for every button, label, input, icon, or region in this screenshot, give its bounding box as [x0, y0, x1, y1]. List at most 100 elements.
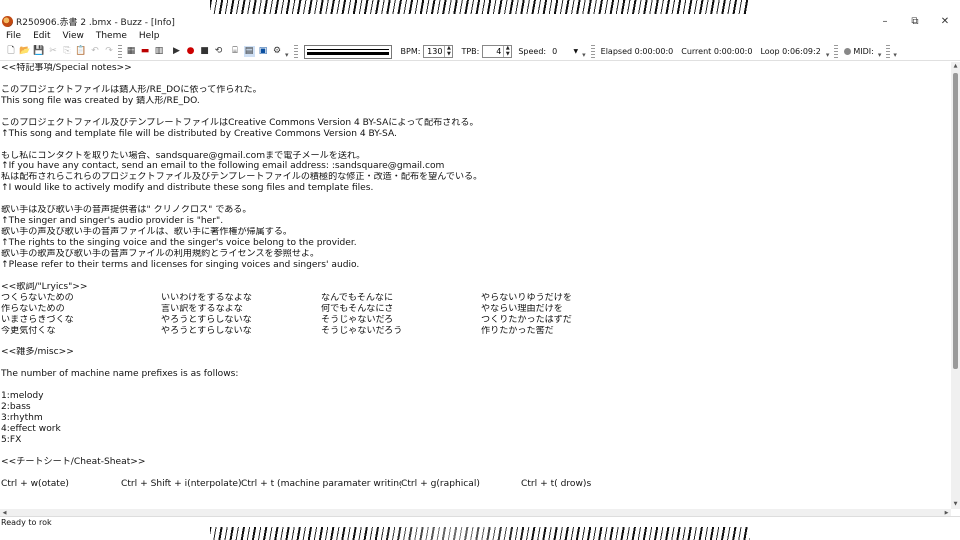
text-line: This song file was created by 錆人形/RE_DO.	[1, 95, 200, 106]
menu-view[interactable]: View	[57, 31, 90, 41]
chevron-down-icon[interactable]: ▼	[504, 51, 511, 58]
master-volume-meter[interactable]	[303, 44, 392, 59]
text-line: 3:rhythm	[1, 413, 43, 423]
toolbar-overflow-icon[interactable]: ▾	[878, 51, 882, 59]
text-line: <<特記事項/Special notes>>	[1, 63, 132, 73]
record-icon[interactable]: ●	[185, 46, 196, 57]
save-icon[interactable]: 💾	[33, 46, 44, 57]
toolbar: 🗋 📂 💾 ✂ ⎘ 📋 ↶ ↷ ▦ ▬ ▥ ▶ ● ■ ⟲ ⌸ ▤ ▣ ⚙ ▾ …	[0, 43, 960, 61]
status-text: Ready to rok	[1, 517, 52, 527]
text-line: <<雑多/misc>>	[1, 347, 74, 358]
toolbar-overflow-icon[interactable]: ▾	[893, 51, 897, 59]
sequence-view-icon[interactable]: ▥	[154, 46, 165, 57]
title-bar[interactable]: R250906.赤書 2 .bmx - Buzz - [Info] – ⧉ ✕	[0, 14, 960, 29]
lyrics-row: 今更気付くな やろうとすらしないな そうじゃないだろう 作りたかった筈だ	[1, 326, 951, 337]
lyrics-cell: そうじゃないだろ	[321, 314, 394, 325]
tpb-spin-arrows[interactable]: ▲ ▼	[503, 46, 511, 57]
stop-icon[interactable]: ■	[199, 46, 210, 57]
menu-bar: File Edit View Theme Help	[0, 29, 960, 43]
speed-value: 0	[552, 47, 558, 56]
menu-edit[interactable]: Edit	[27, 31, 56, 41]
info-lines: <<特記事項/Special notes>> このプロジェクトファイルは錆人形/R…	[1, 63, 951, 293]
elapsed-time: Elapsed 0:00:00:0	[600, 47, 674, 56]
minimize-button[interactable]: –	[870, 14, 900, 29]
cut-icon[interactable]: ✂	[48, 46, 59, 57]
loop-time: Loop 0:06:09:2	[760, 47, 821, 56]
lyrics-cell: いいわけをするなよな	[161, 292, 252, 303]
bpm-input[interactable]	[424, 46, 445, 57]
chevron-down-icon[interactable]: ▼	[445, 51, 452, 58]
close-button[interactable]: ✕	[930, 14, 960, 29]
settings-icon[interactable]: ⚙	[272, 46, 283, 57]
patterns-view-icon[interactable]: ▬	[140, 46, 151, 57]
paste-icon[interactable]: 📋	[75, 46, 86, 57]
redo-icon[interactable]: ↷	[104, 46, 115, 57]
text-line: The number of machine name prefixes is a…	[1, 369, 239, 380]
text-line: ↑This song and template file will be dis…	[1, 128, 397, 139]
open-file-icon[interactable]: 📂	[19, 46, 30, 57]
lyrics-cell: やろうとすらしないな	[161, 325, 252, 336]
text-line: もし私にコンタクトを取りたい場合、sandsquare@gmail.comまで電…	[1, 150, 366, 161]
lyrics-cell: つくらないための	[1, 292, 74, 303]
cheat-sheet-item: Ctrl + w(otate)	[1, 478, 69, 489]
misc-lines: <<雑多/misc>> The number of machine name pr…	[1, 336, 951, 478]
loop-icon[interactable]: ⟲	[213, 46, 224, 57]
lyrics-cell: 今更気付くな	[1, 325, 56, 336]
info-text-area[interactable]: <<特記事項/Special notes>> このプロジェクトファイルは錆人形/R…	[0, 62, 951, 509]
scroll-up-icon[interactable]: ▲	[951, 62, 960, 71]
menu-theme[interactable]: Theme	[90, 31, 133, 41]
analyzer-icon[interactable]: ▣	[258, 46, 269, 57]
toolbar-overflow-icon[interactable]: ▾	[285, 51, 289, 59]
cheat-sheet-item: Ctrl + Shift + i(nterpolate)	[121, 478, 241, 489]
lyrics-cell: やならい理由だけを	[481, 303, 563, 314]
undo-icon[interactable]: ↶	[90, 46, 101, 57]
info-text: <<特記事項/Special notes>> このプロジェクトファイルは錆人形/R…	[0, 62, 951, 490]
lyrics-cell: 何でもそんなにさ	[321, 303, 394, 314]
copy-icon[interactable]: ⎘	[62, 46, 73, 57]
text-line	[1, 358, 951, 369]
toolbar-overflow-icon[interactable]: ▾	[826, 51, 830, 59]
lyrics-cell: なんでもそんなに	[321, 292, 394, 303]
maximize-button[interactable]: ⧉	[900, 14, 930, 29]
text-line: ↑The rights to the singing voice and the…	[1, 238, 357, 248]
wavetable-icon[interactable]: ⌸	[230, 46, 241, 57]
tpb-spinner[interactable]: ▲▼	[482, 45, 513, 58]
buzz-app-icon[interactable]	[2, 16, 13, 27]
text-line	[1, 336, 951, 347]
toolbar-grip[interactable]	[590, 44, 595, 59]
text-line: <<チートシート/Cheat-Sheat>>	[1, 456, 146, 467]
speed-select[interactable]: 0 ▼	[549, 45, 581, 58]
lyrics-cell: 作らないための	[1, 303, 65, 314]
menu-file[interactable]: File	[0, 31, 27, 41]
toolbar-overflow-icon[interactable]: ▾	[582, 51, 586, 59]
vertical-scrollbar[interactable]: ▲ ▼	[951, 62, 960, 509]
bpm-spin-arrows[interactable]: ▲ ▼	[444, 46, 452, 57]
toolbar-grip[interactable]	[118, 44, 122, 59]
tpb-input[interactable]	[483, 46, 504, 57]
vertical-scroll-thumb[interactable]	[953, 73, 958, 369]
lyrics-row: いまさらきづくな やろうとすらしないな そうじゃないだろ つくりたかったはずだ	[1, 315, 951, 326]
song-info-icon[interactable]: ▤	[243, 46, 255, 57]
toolbar-grip[interactable]	[886, 44, 891, 59]
lyrics-cell: やろうとすらしないな	[161, 314, 252, 325]
menu-help[interactable]: Help	[133, 31, 166, 41]
window-title: R250906.赤書 2 .bmx - Buzz - [Info]	[16, 18, 175, 28]
bpm-spinner[interactable]: ▲▼	[423, 45, 454, 58]
file-toolbar-group: 🗋 📂 💾 ✂ ⎘ 📋 ↶ ↷ ▦ ▬ ▥ ▶ ● ■ ⟲ ⌸ ▤ ▣ ⚙ ▾	[0, 43, 292, 61]
text-line	[1, 271, 951, 282]
speed-label: Speed:	[518, 47, 547, 56]
machines-view-icon[interactable]: ▦	[126, 46, 137, 57]
text-line: 2:bass	[1, 402, 31, 413]
new-file-icon[interactable]: 🗋	[6, 46, 17, 57]
current-time: Current 0:00:00:0	[681, 47, 753, 56]
chevron-down-icon[interactable]: ▼	[574, 48, 579, 55]
lyrics-cell: 作りたかった筈だ	[481, 325, 554, 336]
text-line: 5:FX	[1, 434, 22, 445]
toolbar-grip[interactable]	[293, 44, 298, 59]
toolbar-grip[interactable]	[834, 44, 839, 59]
text-line: ↑The singer and singer's audio provider …	[1, 216, 224, 227]
text-line: 1:melody	[1, 391, 44, 402]
play-icon[interactable]: ▶	[171, 46, 182, 57]
scroll-down-icon[interactable]: ▼	[951, 500, 960, 509]
lyrics-cell: やらないりゆうだけを	[481, 292, 572, 303]
